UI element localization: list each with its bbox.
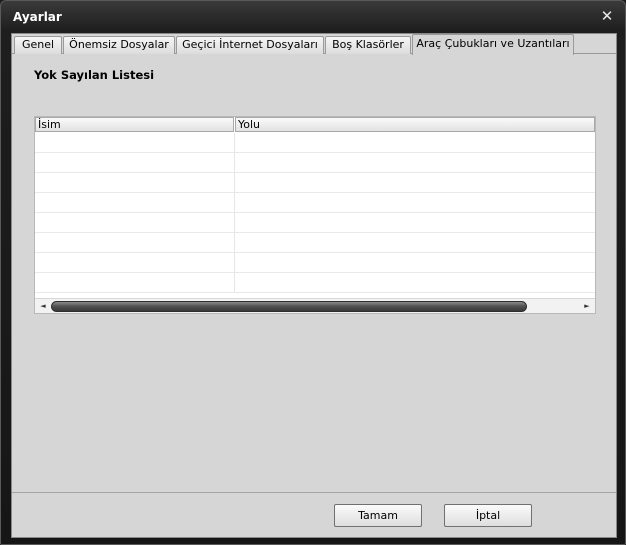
table-cell: [35, 173, 235, 192]
scrollbar-thumb[interactable]: [51, 301, 527, 312]
table-cell: [35, 233, 235, 252]
window-title: Ayarlar: [13, 10, 62, 24]
table-body: [35, 133, 595, 293]
table-row[interactable]: [35, 273, 595, 293]
section-title: Yok Sayılan Listesi: [34, 68, 155, 82]
table-row[interactable]: [35, 133, 595, 153]
cancel-button[interactable]: İptal: [444, 504, 532, 527]
settings-dialog: Ayarlar ✕ Genel Önemsiz Dosyalar Geçici …: [0, 0, 626, 545]
tab-bar: Genel Önemsiz Dosyalar Geçici İnternet D…: [12, 34, 616, 55]
scroll-right-icon[interactable]: ►: [580, 300, 594, 312]
table-cell: [35, 133, 235, 152]
horizontal-scrollbar[interactable]: ◄ ►: [35, 298, 595, 313]
tab-empty-folders[interactable]: Boş Klasörler: [325, 36, 411, 54]
dialog-body: Genel Önemsiz Dosyalar Geçici İnternet D…: [11, 33, 617, 538]
table-cell: [35, 153, 235, 172]
table-row[interactable]: [35, 173, 595, 193]
close-icon[interactable]: ✕: [599, 7, 615, 25]
ok-button[interactable]: Tamam: [334, 504, 422, 527]
tab-toolbars-extensions[interactable]: Araç Çubukları ve Uzantıları: [412, 34, 574, 55]
scroll-left-icon[interactable]: ◄: [36, 300, 50, 312]
tab-junk-files[interactable]: Önemsiz Dosyalar: [63, 36, 175, 54]
tab-temp-internet-files[interactable]: Geçici İnternet Dosyaları: [176, 36, 324, 54]
column-header-path[interactable]: Yolu: [235, 117, 595, 132]
table-row[interactable]: [35, 193, 595, 213]
ignored-list-table: İsim Yolu ◄ ►: [34, 116, 596, 314]
title-bar[interactable]: Ayarlar ✕: [1, 1, 625, 33]
table-cell: [35, 273, 235, 292]
table-cell: [35, 213, 235, 232]
table-row[interactable]: [35, 253, 595, 273]
table-row[interactable]: [35, 153, 595, 173]
table-row[interactable]: [35, 213, 595, 233]
table-row[interactable]: [35, 233, 595, 253]
column-header-name[interactable]: İsim: [35, 117, 234, 132]
divider: [12, 492, 616, 493]
tab-general[interactable]: Genel: [14, 36, 62, 54]
table-cell: [35, 193, 235, 212]
table-cell: [35, 253, 235, 272]
